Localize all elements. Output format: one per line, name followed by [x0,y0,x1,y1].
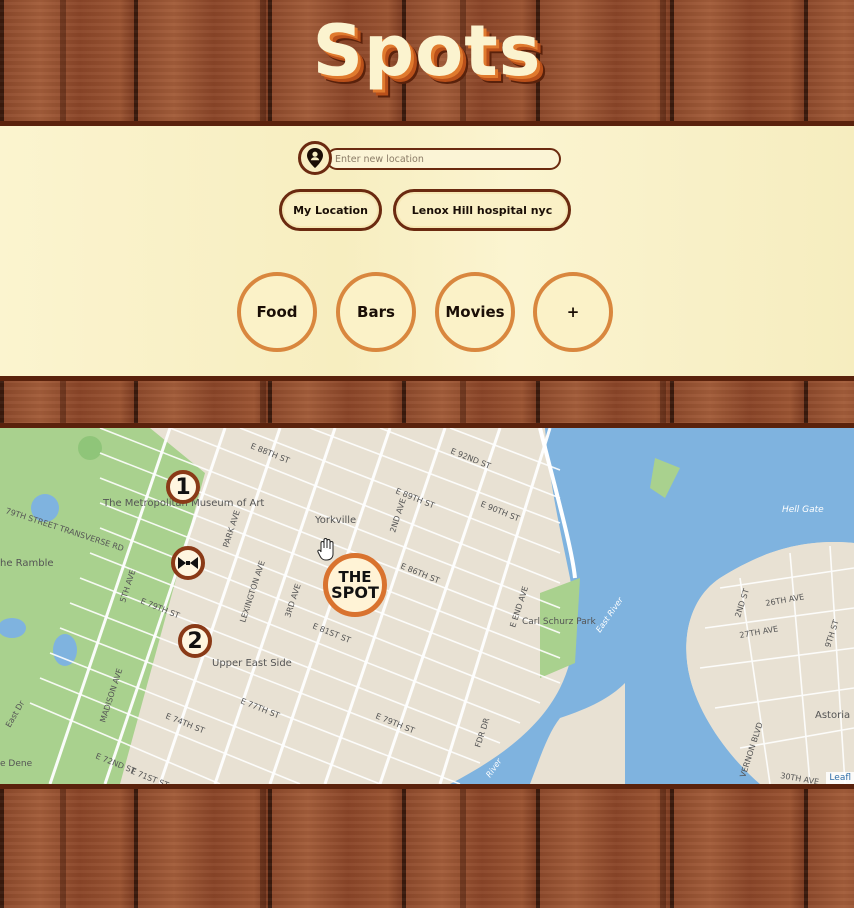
the-spot-marker[interactable]: THE SPOT [323,553,387,617]
ramble-label: he Ramble [0,558,54,569]
category-movies-button[interactable]: Movies [435,272,515,352]
location-input[interactable] [326,148,561,170]
location-search [298,141,563,177]
app-title: Spots [312,10,542,92]
hell-gate-label: Hell Gate [782,505,824,515]
carl-schurz-label: Carl Schurz Park [522,617,596,627]
astoria-label: Astoria [815,710,850,721]
category-bars-button[interactable]: Bars [336,272,416,352]
dene-label: e Dene [0,759,33,769]
map-marker-1[interactable]: 1 [166,470,200,504]
spot-marker-line2: SPOT [331,582,379,602]
map-canvas: The Metropolitan Museum of Art he Ramble… [0,428,854,784]
bowtie-marker-icon[interactable] [171,546,205,580]
category-food-button[interactable]: Food [237,272,317,352]
add-category-button[interactable]: + [533,272,613,352]
map-marker-2[interactable]: 2 [178,624,212,658]
map-attribution[interactable]: Leafl [826,772,854,784]
upper-east-side-label: Upper East Side [212,658,292,669]
bars-label: Bars [357,303,395,321]
food-label: Food [256,303,298,321]
marker-2-label: 2 [187,628,203,654]
movies-label: Movies [445,303,505,321]
lenox-hill-label: Lenox Hill hospital nyc [411,203,553,217]
my-location-button[interactable]: My Location [279,189,382,231]
my-location-label: My Location [293,203,368,217]
bowtie-icon [178,557,198,569]
lenox-hill-button[interactable]: Lenox Hill hospital nyc [393,189,571,231]
marker-1-label: 1 [175,474,191,500]
yorkville-label: Yorkville [314,515,356,526]
map-view[interactable]: The Metropolitan Museum of Art he Ramble… [0,423,854,789]
add-label: + [566,303,580,321]
location-pin-icon[interactable] [298,141,332,175]
